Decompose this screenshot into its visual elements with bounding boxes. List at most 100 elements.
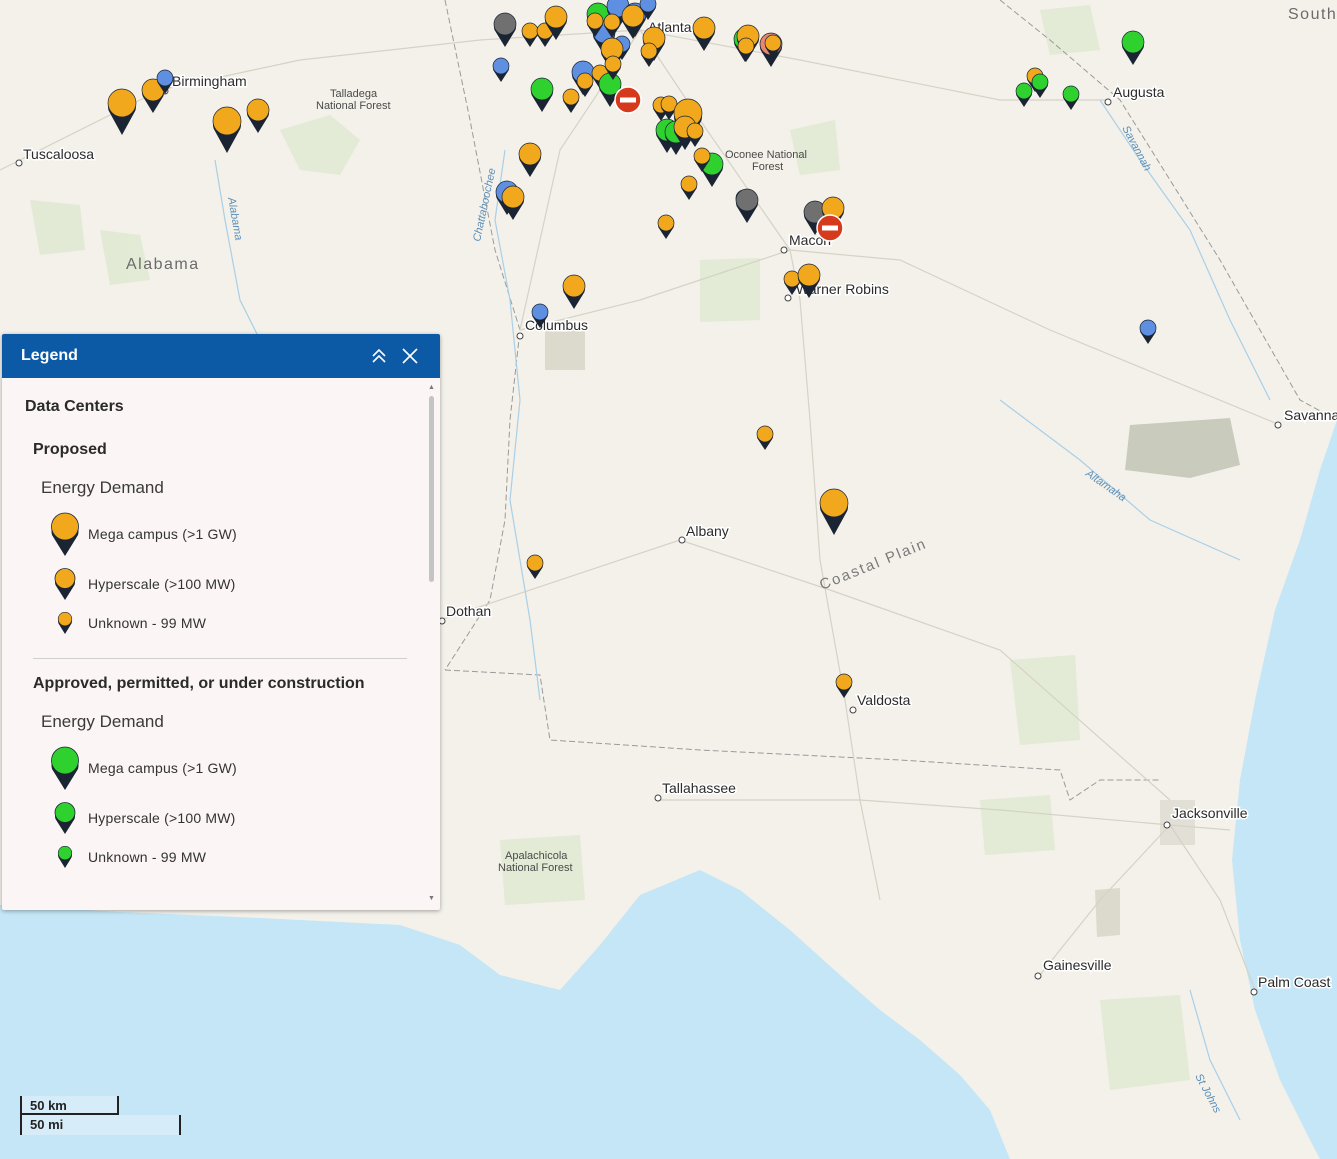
legend-header: Legend: [2, 334, 440, 378]
legend-group-approved: Approved, permitted, or under constructi…: [33, 675, 365, 692]
city-label-tallahassee: Tallahassee: [662, 780, 736, 796]
data-center-marker[interactable]: [1015, 82, 1033, 107]
city-dot: [1250, 988, 1258, 996]
scroll-down-icon[interactable]: ▼: [428, 895, 435, 902]
urban-area-gainesville: [1095, 888, 1120, 937]
city-dot: [784, 294, 792, 302]
data-center-marker[interactable]: [756, 425, 774, 450]
river-label-altamaha: Altamaha: [1082, 467, 1128, 504]
city-label-jacksonville: Jacksonville: [1172, 805, 1248, 821]
city-label-tuscaloosa: Tuscaloosa: [23, 146, 94, 162]
data-center-marker[interactable]: [526, 554, 544, 579]
city-label-palm-coast: Palm Coast: [1258, 974, 1330, 990]
river-label-chattahoochee: Chattahoochee: [471, 167, 498, 242]
data-center-marker[interactable]: [657, 214, 675, 239]
data-center-marker[interactable]: [501, 185, 525, 220]
region-label-coastal-plain: Coastal Plain: [817, 535, 929, 594]
city-dot: [1274, 421, 1282, 429]
city-label-albany: Albany: [686, 523, 729, 539]
city-label-savannah: Savanna: [1284, 407, 1337, 423]
legend-item-label: Hyperscale (>100 MW): [88, 576, 236, 592]
atlantic-ocean: [1232, 420, 1337, 1159]
scale-km: 50 km: [20, 1096, 119, 1115]
pin-icon: [41, 746, 88, 790]
city-dot: [654, 794, 662, 802]
data-center-marker[interactable]: [737, 37, 755, 62]
chevron-double-up-icon: [372, 348, 386, 363]
scale-mi: 50 mi: [20, 1115, 181, 1135]
city-label-birmingham: Birmingham: [172, 73, 247, 89]
park-label: Talladega: [330, 88, 378, 100]
city-dot: [516, 332, 524, 340]
city-label-gainesville: Gainesville: [1043, 957, 1112, 973]
pin-icon: [41, 568, 88, 600]
pin-icon: [41, 512, 88, 556]
legend-title: Legend: [21, 347, 78, 364]
data-center-marker[interactable]: [521, 22, 539, 47]
legend-item-label: Unknown - 99 MW: [88, 615, 207, 631]
no-entry-icon[interactable]: [614, 86, 642, 114]
scroll-thumb[interactable]: [429, 396, 434, 582]
data-center-marker[interactable]: [246, 98, 270, 133]
legend-item: Unknown - 99 MW: [41, 612, 426, 634]
legend-item-label: Unknown - 99 MW: [88, 849, 207, 865]
park-label: Oconee National: [725, 149, 807, 161]
no-entry-icon[interactable]: [816, 214, 844, 242]
data-center-marker[interactable]: [562, 88, 580, 113]
data-center-marker[interactable]: [1121, 30, 1145, 65]
legend-item: Hyperscale (>100 MW): [41, 568, 426, 600]
legend-item: Unknown - 99 MW: [41, 846, 426, 868]
data-center-marker[interactable]: [492, 57, 510, 82]
park-label: Forest: [752, 161, 783, 173]
close-icon: [402, 348, 418, 364]
city-dot: [678, 536, 686, 544]
urban-area-columbus: [545, 330, 585, 370]
legend-group-proposed: Proposed: [33, 441, 107, 458]
legend-item-label: Mega campus (>1 GW): [88, 760, 237, 776]
legend-panel: Legend Data Centers Proposed Energy Dema…: [2, 334, 440, 910]
city-dot: [15, 159, 23, 167]
collapse-button[interactable]: [368, 345, 390, 367]
legend-scrollbar[interactable]: ▲ ▼: [427, 384, 436, 902]
city-label-augusta: Augusta: [1113, 84, 1165, 100]
legend-item: Hyperscale (>100 MW): [41, 802, 426, 834]
data-center-marker[interactable]: [835, 673, 853, 698]
river-label-savannah: Savannah: [1119, 124, 1153, 173]
data-center-marker[interactable]: [562, 274, 586, 309]
scale-bar: 50 km 50 mi: [20, 1096, 182, 1136]
park-label: Apalachicola: [505, 850, 568, 862]
legend-field-approved: Energy Demand: [41, 712, 164, 731]
data-center-marker[interactable]: [621, 4, 645, 40]
legend-field-proposed: Energy Demand: [41, 478, 164, 497]
legend-content[interactable]: Data Centers Proposed Energy Demand Mega…: [2, 378, 426, 910]
data-center-marker[interactable]: [1139, 319, 1157, 344]
city-dot: [849, 706, 857, 714]
city-dot: [780, 246, 788, 254]
state-borders: [444, 0, 1337, 801]
data-center-marker[interactable]: [640, 42, 658, 67]
data-center-marker[interactable]: [530, 77, 554, 112]
data-center-marker[interactable]: [493, 12, 517, 48]
legend-layer-name: Data Centers: [25, 398, 124, 415]
pin-icon: [41, 612, 88, 634]
data-center-marker[interactable]: [212, 106, 242, 153]
data-center-marker[interactable]: [1031, 73, 1049, 98]
close-button[interactable]: [399, 345, 421, 367]
city-dot: [1163, 821, 1171, 829]
data-center-marker[interactable]: [576, 72, 594, 97]
scroll-up-icon[interactable]: ▲: [428, 384, 435, 391]
data-center-marker[interactable]: [686, 122, 704, 147]
park-label: National Forest: [498, 862, 573, 874]
data-center-marker[interactable]: [692, 16, 716, 51]
legend-divider: [33, 658, 407, 659]
data-center-marker[interactable]: [1062, 85, 1080, 110]
data-center-marker[interactable]: [518, 142, 542, 177]
data-center-marker[interactable]: [680, 175, 698, 200]
legend-item-label: Hyperscale (>100 MW): [88, 810, 236, 826]
data-center-marker[interactable]: [735, 188, 759, 223]
park-label: National Forest: [316, 100, 391, 112]
state-label-alabama: Alabama: [126, 256, 200, 273]
legend-item: Mega campus (>1 GW): [41, 512, 426, 556]
data-center-marker[interactable]: [107, 88, 137, 135]
data-center-marker[interactable]: [819, 488, 849, 535]
